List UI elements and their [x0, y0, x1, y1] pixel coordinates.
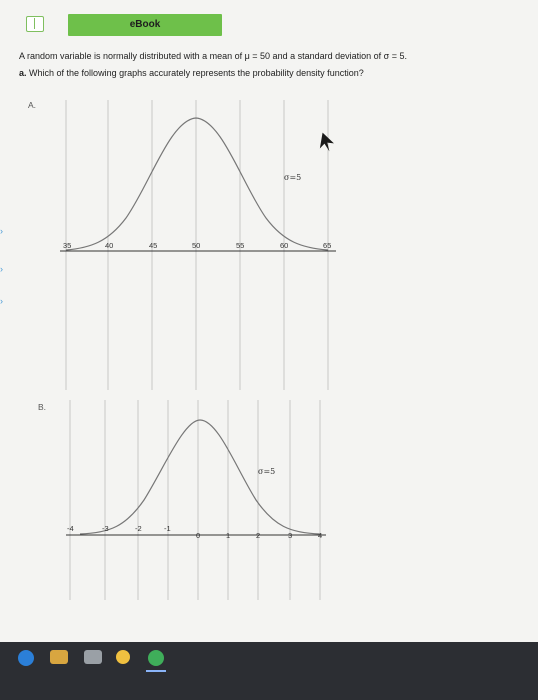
- option-b-gridlines: [69, 400, 321, 600]
- left-arrow-icon: ›: [0, 226, 3, 236]
- option-a-tick: 60: [280, 241, 288, 250]
- option-b-density-curve: [79, 419, 321, 535]
- store-icon[interactable]: [84, 650, 102, 664]
- option-b-tick: 1: [226, 531, 230, 540]
- option-b-tick: 3: [288, 531, 292, 540]
- option-a-graph[interactable]: 35 40 45 50 55 60 65 σ=5: [30, 100, 360, 390]
- chrome-icon[interactable]: [148, 650, 164, 666]
- option-a-tick: 50: [192, 241, 200, 250]
- active-app-indicator: [146, 670, 166, 672]
- app-icon[interactable]: [116, 650, 130, 664]
- option-a-tick: 45: [149, 241, 157, 250]
- option-a-tick: 65: [323, 241, 331, 250]
- edge-icon[interactable]: [18, 650, 34, 666]
- option-a-tick: 35: [63, 241, 71, 250]
- content-page: eBook A random variable is normally dist…: [0, 0, 538, 642]
- option-b-tick: -1: [164, 524, 171, 533]
- option-a-tick: 55: [236, 241, 244, 250]
- ebook-button[interactable]: eBook: [68, 14, 222, 36]
- option-b-tick: 2: [256, 531, 260, 540]
- question-part-a: a. Which of the following graphs accurat…: [19, 68, 519, 78]
- option-b-sigma-label: σ=5: [258, 467, 275, 476]
- option-b-tick: -4: [67, 524, 74, 533]
- question-intro: A random variable is normally distribute…: [19, 51, 407, 61]
- question-text: A random variable is normally distribute…: [19, 51, 519, 78]
- option-b-graph[interactable]: -4 -3 -2 -1 0 1 2 3 4 σ=5: [40, 400, 340, 600]
- option-b-tick: -3: [102, 524, 109, 533]
- book-icon[interactable]: [26, 16, 44, 32]
- option-a-tick: 40: [105, 241, 113, 250]
- mouse-cursor-icon: [319, 132, 334, 152]
- taskbar: [0, 642, 538, 700]
- part-a-prefix: a.: [19, 68, 27, 78]
- option-a-sigma-label: σ=5: [284, 173, 301, 182]
- file-explorer-icon[interactable]: [50, 650, 68, 664]
- part-a-text: Which of the following graphs accurately…: [29, 68, 364, 78]
- left-arrow-icon: ›: [0, 264, 3, 274]
- option-b-tick: -2: [135, 524, 142, 533]
- option-b-tick: 4: [318, 531, 322, 540]
- option-a-density-curve: [65, 117, 329, 251]
- left-arrow-icon: ›: [0, 296, 3, 306]
- option-b-tick: 0: [196, 531, 200, 540]
